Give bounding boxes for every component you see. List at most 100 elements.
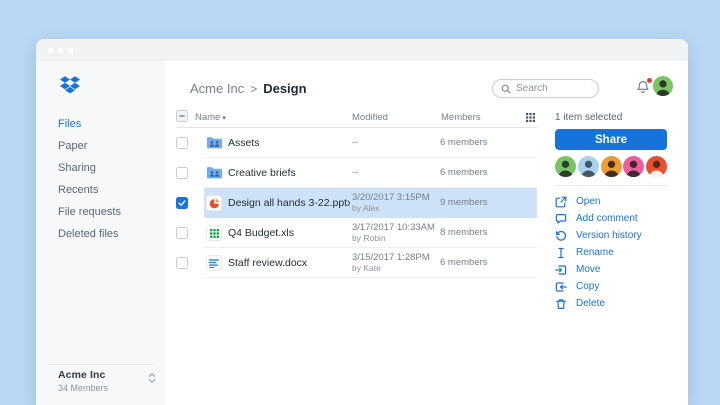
sidebar-item-files[interactable]: Files (58, 113, 157, 135)
table-row: Creative briefs -- 6 members (176, 158, 537, 188)
sidebar: Files Paper Sharing Recents File request… (36, 61, 165, 405)
history-icon (555, 230, 567, 242)
selection-status: 1 item selected (555, 112, 623, 123)
row-checkbox[interactable] (176, 227, 188, 239)
grid-view-icon[interactable] (526, 113, 535, 122)
sidebar-item-label: Files (58, 118, 82, 130)
window-control-dot[interactable] (58, 47, 63, 53)
sidebar-item-label: File requests (58, 206, 121, 218)
panel-divider (555, 185, 667, 186)
column-header-name[interactable]: Name ▾ (195, 112, 226, 123)
select-all-checkbox[interactable] (176, 110, 188, 122)
table-header: Name ▾ Modified Members (176, 110, 537, 128)
search-box[interactable] (492, 79, 599, 98)
spreadsheet-file-icon (206, 225, 222, 241)
sidebar-item-sharing[interactable]: Sharing (58, 157, 157, 179)
column-header-modified[interactable]: Modified (352, 112, 388, 123)
row-body[interactable]: Q4 Budget.xls 3/17/2017 10:33AM by Robin … (204, 218, 537, 248)
comment-icon (555, 213, 567, 225)
trash-icon (555, 298, 567, 310)
team-switch-chevrons-icon[interactable] (148, 372, 156, 384)
file-modified: -- (352, 137, 359, 148)
share-button[interactable]: Share (555, 129, 667, 150)
row-checkbox[interactable] (176, 167, 188, 179)
modified-by: by Robin (352, 232, 386, 243)
window-control-dot[interactable] (68, 47, 73, 53)
file-name: Assets (228, 136, 260, 149)
table-row-selected: Design all hands 3-22.pptx 3/20/2017 3:1… (176, 188, 537, 218)
sidebar-item-label: Sharing (58, 162, 96, 174)
team-member-count: 34 Members (58, 383, 109, 393)
row-checkbox[interactable] (176, 137, 188, 149)
action-menu: Open Add comment Version history Rename (555, 193, 667, 312)
action-label: Rename (576, 247, 614, 258)
breadcrumb-parent[interactable]: Acme Inc (190, 81, 244, 96)
breadcrumb-current: Design (263, 81, 307, 96)
move-icon (555, 264, 567, 276)
app-window: Files Paper Sharing Recents File request… (36, 39, 688, 405)
presentation-file-icon (206, 195, 222, 211)
action-version-history[interactable]: Version history (555, 227, 667, 244)
file-modified: 3/20/2017 3:15PM by Alex (352, 188, 438, 217)
sidebar-item-recents[interactable]: Recents (58, 179, 157, 201)
search-input[interactable] (516, 83, 586, 94)
main-content: Acme Inc > Design Search Name ▾ Modified… (165, 61, 688, 405)
row-body[interactable]: Staff review.docx 3/15/2017 1:28PM by Kat… (204, 248, 537, 278)
member-avatar[interactable] (623, 156, 645, 177)
window-control-dot[interactable] (48, 47, 53, 53)
table-row: Staff review.docx 3/15/2017 1:28PM by Kat… (176, 248, 537, 278)
action-label: Open (576, 196, 601, 207)
file-modified: 3/17/2017 10:33AM by Robin (352, 218, 438, 247)
file-members: 6 members (440, 137, 488, 148)
breadcrumb: Acme Inc > Design (190, 81, 307, 96)
notification-dot (647, 78, 652, 83)
file-modified: 3/15/2017 1:28PM by Kate (352, 248, 438, 277)
member-avatar[interactable] (577, 156, 599, 177)
row-checkbox[interactable] (176, 257, 188, 269)
dropbox-logo-icon[interactable] (60, 76, 80, 94)
row-body[interactable]: Creative briefs -- 6 members (204, 158, 537, 188)
action-label: Add comment (576, 213, 638, 224)
row-body[interactable]: Design all hands 3-22.pptx 3/20/2017 3:1… (204, 188, 537, 218)
file-table: Name ▾ Modified Members Assets -- 6 memb… (176, 110, 537, 278)
action-label: Delete (576, 298, 605, 309)
action-delete[interactable]: Delete (555, 295, 667, 312)
team-name: Acme Inc (58, 369, 106, 381)
action-label: Copy (576, 281, 600, 292)
file-name: Q4 Budget.xls (228, 226, 294, 239)
sidebar-item-deleted-files[interactable]: Deleted files (58, 223, 157, 245)
action-move[interactable]: Move (555, 261, 667, 278)
open-icon (555, 196, 567, 208)
sidebar-item-paper[interactable]: Paper (58, 135, 157, 157)
team-selector[interactable]: Acme Inc 34 Members (58, 369, 155, 393)
sidebar-item-file-requests[interactable]: File requests (58, 201, 157, 223)
file-members: 6 members (440, 257, 488, 268)
member-avatar[interactable] (646, 156, 667, 177)
file-members: 8 members (440, 227, 488, 238)
shared-folder-icon (206, 166, 223, 179)
file-members: 9 members (440, 197, 488, 208)
action-label: Move (576, 264, 601, 275)
user-avatar[interactable] (653, 76, 673, 96)
table-row: Assets -- 6 members (176, 128, 537, 158)
file-name: Creative briefs (228, 166, 296, 179)
member-avatar[interactable] (555, 156, 576, 177)
column-header-members[interactable]: Members (441, 112, 481, 123)
row-checkbox-checked[interactable] (176, 197, 188, 209)
copy-icon (555, 281, 567, 293)
member-avatars (555, 156, 667, 177)
action-add-comment[interactable]: Add comment (555, 210, 667, 227)
action-rename[interactable]: Rename (555, 244, 667, 261)
file-modified: -- (352, 167, 359, 178)
action-open[interactable]: Open (555, 193, 667, 210)
row-body[interactable]: Assets -- 6 members (204, 128, 537, 158)
member-avatar[interactable] (600, 156, 622, 177)
table-row: Q4 Budget.xls 3/17/2017 10:33AM by Robin … (176, 218, 537, 248)
file-members: 6 members (440, 167, 488, 178)
notifications-button[interactable] (636, 78, 652, 96)
sort-arrow-icon: ▾ (222, 115, 226, 122)
action-copy[interactable]: Copy (555, 278, 667, 295)
window-titlebar (36, 39, 688, 61)
modified-by: by Kate (352, 262, 381, 273)
shared-folder-icon (206, 136, 223, 149)
